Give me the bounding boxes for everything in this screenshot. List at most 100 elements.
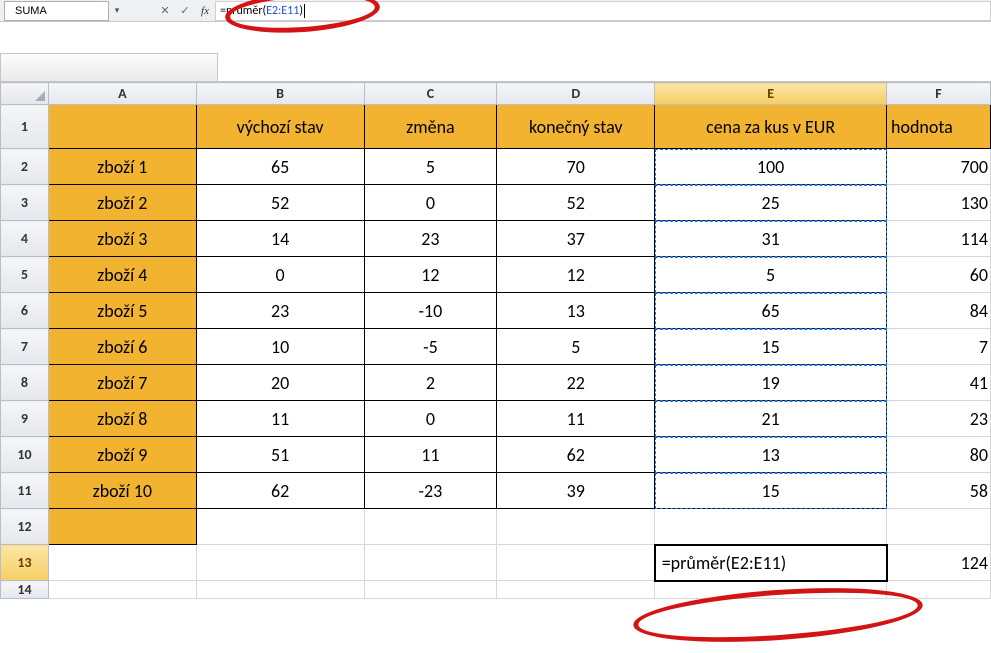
cell-A9[interactable]: zboží 8	[48, 401, 196, 437]
cell-A1[interactable]	[48, 105, 196, 149]
cell-A3[interactable]: zboží 2	[48, 185, 196, 221]
row-header-2[interactable]: 2	[1, 149, 49, 185]
cell-E7[interactable]: 15	[655, 329, 887, 365]
cell-E9[interactable]: 21	[655, 401, 887, 437]
row-header-8[interactable]: 8	[1, 365, 49, 401]
cell-D9[interactable]: 11	[497, 401, 655, 437]
row-header-14[interactable]: 14	[1, 581, 49, 599]
name-box-dropdown-icon[interactable]: ▾	[109, 5, 125, 16]
cell-A7[interactable]: zboží 6	[48, 329, 196, 365]
cell-E6[interactable]: 65	[655, 293, 887, 329]
cell-B14[interactable]	[196, 581, 364, 599]
cell-B2[interactable]: 65	[196, 149, 364, 185]
cell-D8[interactable]: 22	[497, 365, 655, 401]
row-header-10[interactable]: 10	[1, 437, 49, 473]
col-header-D[interactable]: D	[497, 83, 655, 105]
cell-C10[interactable]: 11	[364, 437, 497, 473]
cell-E2[interactable]: 100	[655, 149, 887, 185]
row-header-1[interactable]: 1	[1, 105, 49, 149]
cell-C2[interactable]: 5	[364, 149, 497, 185]
cell-A2[interactable]: zboží 1	[48, 149, 196, 185]
cell-D13[interactable]	[497, 545, 655, 581]
cell-A6[interactable]: zboží 5	[48, 293, 196, 329]
cell-E8[interactable]: 19	[655, 365, 887, 401]
cell-A13[interactable]	[48, 545, 196, 581]
cell-B10[interactable]: 51	[196, 437, 364, 473]
cell-F7[interactable]: 7	[887, 329, 991, 365]
cell-F11[interactable]: 58	[887, 473, 991, 509]
cell-C14[interactable]	[364, 581, 497, 599]
cell-C6[interactable]: -10	[364, 293, 497, 329]
cell-F12[interactable]	[887, 509, 991, 545]
formula-enter-button[interactable]: ✓	[175, 4, 195, 17]
cell-E11[interactable]: 15	[655, 473, 887, 509]
cell-B7[interactable]: 10	[196, 329, 364, 365]
cell-F2[interactable]: 700	[887, 149, 991, 185]
row-header-9[interactable]: 9	[1, 401, 49, 437]
cell-D5[interactable]: 12	[497, 257, 655, 293]
cell-A14[interactable]	[48, 581, 196, 599]
cell-F14[interactable]	[887, 581, 991, 599]
cell-E1[interactable]: cena za kus v EUR	[655, 105, 887, 149]
row-header-3[interactable]: 3	[1, 185, 49, 221]
cell-F10[interactable]: 80	[887, 437, 991, 473]
cell-B3[interactable]: 52	[196, 185, 364, 221]
cell-D10[interactable]: 62	[497, 437, 655, 473]
cell-F4[interactable]: 114	[887, 221, 991, 257]
cell-D6[interactable]: 13	[497, 293, 655, 329]
cell-C13[interactable]	[364, 545, 497, 581]
cell-F3[interactable]: 130	[887, 185, 991, 221]
cell-E3[interactable]: 25	[655, 185, 887, 221]
cell-B4[interactable]: 14	[196, 221, 364, 257]
cell-E10[interactable]: 13	[655, 437, 887, 473]
cell-F1[interactable]: hodnota	[887, 105, 991, 149]
name-box[interactable]: SUMA	[4, 1, 109, 21]
cell-B11[interactable]: 62	[196, 473, 364, 509]
cell-A8[interactable]: zboží 7	[48, 365, 196, 401]
cell-F9[interactable]: 23	[887, 401, 991, 437]
cell-B12[interactable]	[196, 509, 364, 545]
cell-A5[interactable]: zboží 4	[48, 257, 196, 293]
cell-C9[interactable]: 0	[364, 401, 497, 437]
row-header-5[interactable]: 5	[1, 257, 49, 293]
insert-function-button[interactable]: fx	[195, 5, 215, 17]
cell-D4[interactable]: 37	[497, 221, 655, 257]
cell-F5[interactable]: 60	[887, 257, 991, 293]
cell-D7[interactable]: 5	[497, 329, 655, 365]
cell-F13[interactable]: 124	[887, 545, 991, 581]
row-header-6[interactable]: 6	[1, 293, 49, 329]
cell-C4[interactable]: 23	[364, 221, 497, 257]
row-header-11[interactable]: 11	[1, 473, 49, 509]
cell-C8[interactable]: 2	[364, 365, 497, 401]
formula-input[interactable]: =průměr(E2:E11)	[215, 1, 991, 21]
cell-C11[interactable]: -23	[364, 473, 497, 509]
cell-B8[interactable]: 20	[196, 365, 364, 401]
cell-F6[interactable]: 84	[887, 293, 991, 329]
cell-E5[interactable]: 5	[655, 257, 887, 293]
col-header-E[interactable]: E	[655, 83, 887, 105]
cell-C7[interactable]: -5	[364, 329, 497, 365]
row-header-7[interactable]: 7	[1, 329, 49, 365]
cell-A12[interactable]	[48, 509, 196, 545]
cell-D2[interactable]: 70	[497, 149, 655, 185]
cell-D3[interactable]: 52	[497, 185, 655, 221]
cell-C1[interactable]: změna	[364, 105, 497, 149]
col-header-A[interactable]: A	[48, 83, 196, 105]
cell-A4[interactable]: zboží 3	[48, 221, 196, 257]
cell-A10[interactable]: zboží 9	[48, 437, 196, 473]
cell-D1[interactable]: konečný stav	[497, 105, 655, 149]
col-header-B[interactable]: B	[196, 83, 364, 105]
cell-B1[interactable]: výchozí stav	[196, 105, 364, 149]
cell-D14[interactable]	[497, 581, 655, 599]
cell-C5[interactable]: 12	[364, 257, 497, 293]
cell-B9[interactable]: 11	[196, 401, 364, 437]
worksheet[interactable]: A B C D E F 1 výchozí stav změna konečný…	[0, 82, 991, 599]
col-header-F[interactable]: F	[887, 83, 991, 105]
row-header-4[interactable]: 4	[1, 221, 49, 257]
cell-D11[interactable]: 39	[497, 473, 655, 509]
cell-A11[interactable]: zboží 10	[48, 473, 196, 509]
cell-B6[interactable]: 23	[196, 293, 364, 329]
cell-C3[interactable]: 0	[364, 185, 497, 221]
cell-E4[interactable]: 31	[655, 221, 887, 257]
row-header-13[interactable]: 13	[1, 545, 49, 581]
